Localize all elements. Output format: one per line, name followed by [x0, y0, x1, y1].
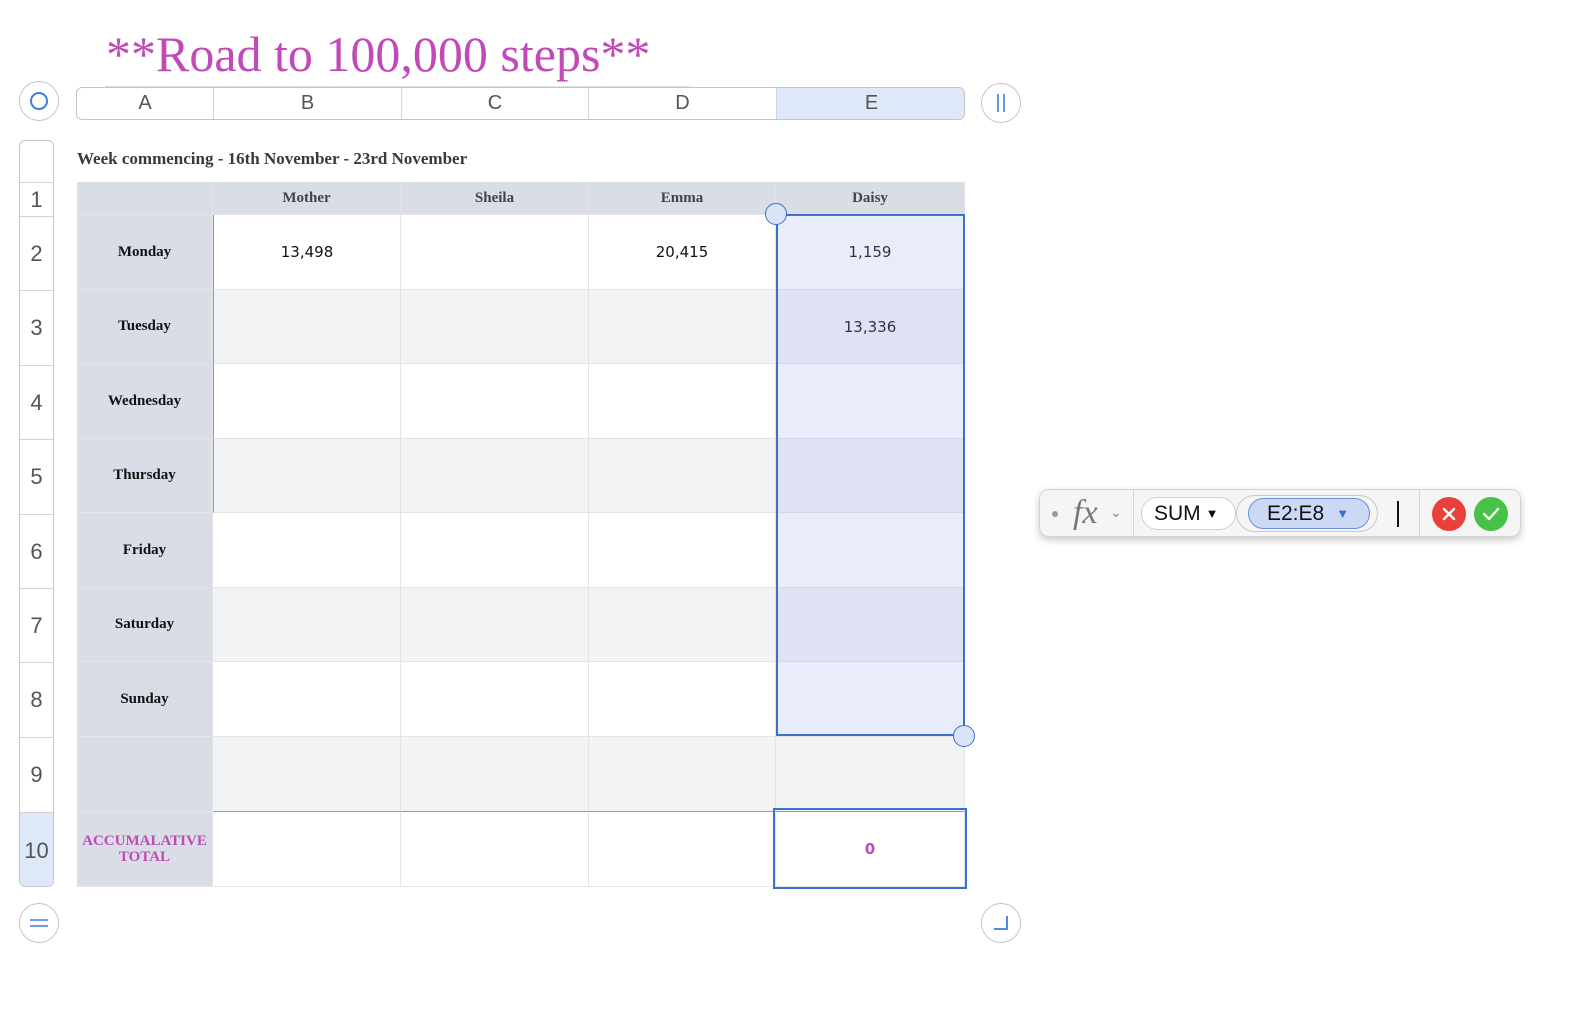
cell-e9[interactable]	[776, 737, 965, 812]
range-start-handle[interactable]	[765, 203, 787, 225]
cell-d7[interactable]	[589, 588, 776, 662]
cell-b3[interactable]	[213, 290, 401, 364]
day-cell-friday[interactable]: Friday	[77, 513, 213, 588]
caret-down-icon: ▼	[1336, 506, 1350, 521]
corner-resize-icon	[994, 916, 1008, 930]
row-header-4[interactable]: 4	[20, 365, 53, 439]
selected-range	[776, 214, 965, 736]
resize-table-handle[interactable]	[981, 903, 1021, 943]
divider	[1133, 490, 1134, 536]
row-header-1[interactable]: 1	[20, 182, 53, 216]
checkmark-icon	[1482, 507, 1500, 521]
cell-b2[interactable]: 13,498	[213, 215, 401, 290]
cell-d4[interactable]	[589, 364, 776, 439]
sheet-title[interactable]: **Road to 100,000 steps**	[106, 22, 650, 86]
chevron-down-icon[interactable]: ⌄	[1110, 504, 1122, 521]
cell-d10[interactable]	[589, 812, 776, 887]
row-header-8[interactable]: 8	[20, 662, 53, 737]
header-cell-a1[interactable]	[77, 182, 213, 215]
cell-c3[interactable]	[401, 290, 589, 364]
range-reference: E2:E8	[1267, 501, 1325, 525]
cell-d2[interactable]: 20,415	[589, 215, 776, 290]
cell-d9[interactable]	[589, 737, 776, 812]
day-cell-sunday[interactable]: Sunday	[77, 662, 213, 737]
day-cell-saturday[interactable]: Saturday	[77, 588, 213, 662]
add-row-handle[interactable]	[19, 903, 59, 943]
caret-down-icon: ▼	[1205, 506, 1219, 521]
formula-editor: fx ⌄ SUM ▼ E2:E8 ▼	[1039, 489, 1521, 537]
column-header-b[interactable]: B	[214, 88, 402, 119]
row-resize-icon	[30, 919, 48, 927]
day-cell-thursday[interactable]: Thursday	[77, 439, 213, 513]
row-header-7[interactable]: 7	[20, 588, 53, 662]
close-icon	[1442, 507, 1456, 521]
select-table-button[interactable]	[19, 81, 59, 121]
fx-icon[interactable]: fx	[1073, 494, 1098, 532]
cell-d5[interactable]	[589, 439, 776, 513]
cell-b9[interactable]	[213, 737, 401, 812]
cell-b10[interactable]	[213, 812, 401, 887]
cell-b6[interactable]	[213, 513, 401, 588]
cell-c5[interactable]	[401, 439, 589, 513]
header-cell-emma[interactable]: Emma	[589, 182, 776, 215]
column-resize-icon	[997, 94, 1005, 112]
row-header-3[interactable]: 3	[20, 290, 53, 365]
cell-b8[interactable]	[213, 662, 401, 737]
drag-handle-icon[interactable]	[1052, 511, 1058, 517]
cell-b7[interactable]	[213, 588, 401, 662]
column-header-a[interactable]: A	[77, 88, 214, 119]
column-header-c[interactable]: C	[402, 88, 589, 119]
cell-d8[interactable]	[589, 662, 776, 737]
circle-icon	[30, 92, 48, 110]
day-cell-empty[interactable]	[77, 737, 213, 812]
column-header-bar: A B C D E	[76, 87, 965, 120]
table-caption[interactable]: Week commencing - 16th November - 23rd N…	[77, 149, 467, 169]
cell-c10[interactable]	[401, 812, 589, 887]
row-header-5[interactable]: 5	[20, 439, 53, 514]
row-header-6[interactable]: 6	[20, 514, 53, 588]
range-end-handle[interactable]	[953, 725, 975, 747]
function-name: SUM	[1154, 501, 1201, 525]
column-header-e[interactable]: E	[777, 88, 964, 119]
function-token[interactable]: SUM ▼	[1141, 497, 1236, 530]
row-header-2[interactable]: 2	[20, 216, 53, 290]
cell-c2[interactable]	[401, 215, 589, 290]
cell-d3[interactable]	[589, 290, 776, 364]
cell-c8[interactable]	[401, 662, 589, 737]
header-cell-sheila[interactable]: Sheila	[401, 182, 589, 215]
divider	[1419, 490, 1420, 536]
row-header-10[interactable]: 10	[20, 812, 53, 886]
day-cell-monday[interactable]: Monday	[77, 215, 213, 290]
header-cell-daisy[interactable]: Daisy	[776, 182, 965, 215]
cell-b4[interactable]	[213, 364, 401, 439]
column-header-d[interactable]: D	[589, 88, 777, 119]
cell-c7[interactable]	[401, 588, 589, 662]
cell-c4[interactable]	[401, 364, 589, 439]
cell-c6[interactable]	[401, 513, 589, 588]
add-column-handle[interactable]	[981, 83, 1021, 123]
cell-b5[interactable]	[213, 439, 401, 513]
cell-d6[interactable]	[589, 513, 776, 588]
day-cell-wednesday[interactable]: Wednesday	[77, 364, 213, 439]
editing-cell-outline	[773, 808, 967, 889]
range-reference-token[interactable]: E2:E8 ▼	[1248, 498, 1370, 529]
cell-c9[interactable]	[401, 737, 589, 812]
header-cell-mother[interactable]: Mother	[213, 182, 401, 215]
text-cursor	[1397, 501, 1399, 527]
day-cell-tuesday[interactable]: Tuesday	[77, 290, 213, 364]
row-header-9[interactable]: 9	[20, 737, 53, 812]
accept-button[interactable]	[1474, 497, 1508, 531]
cancel-button[interactable]	[1432, 497, 1466, 531]
total-label-cell[interactable]: ACCUMALATIVE TOTAL	[77, 812, 213, 887]
row-header-bar: 1 2 3 4 5 6 7 8 9 10	[19, 140, 54, 887]
